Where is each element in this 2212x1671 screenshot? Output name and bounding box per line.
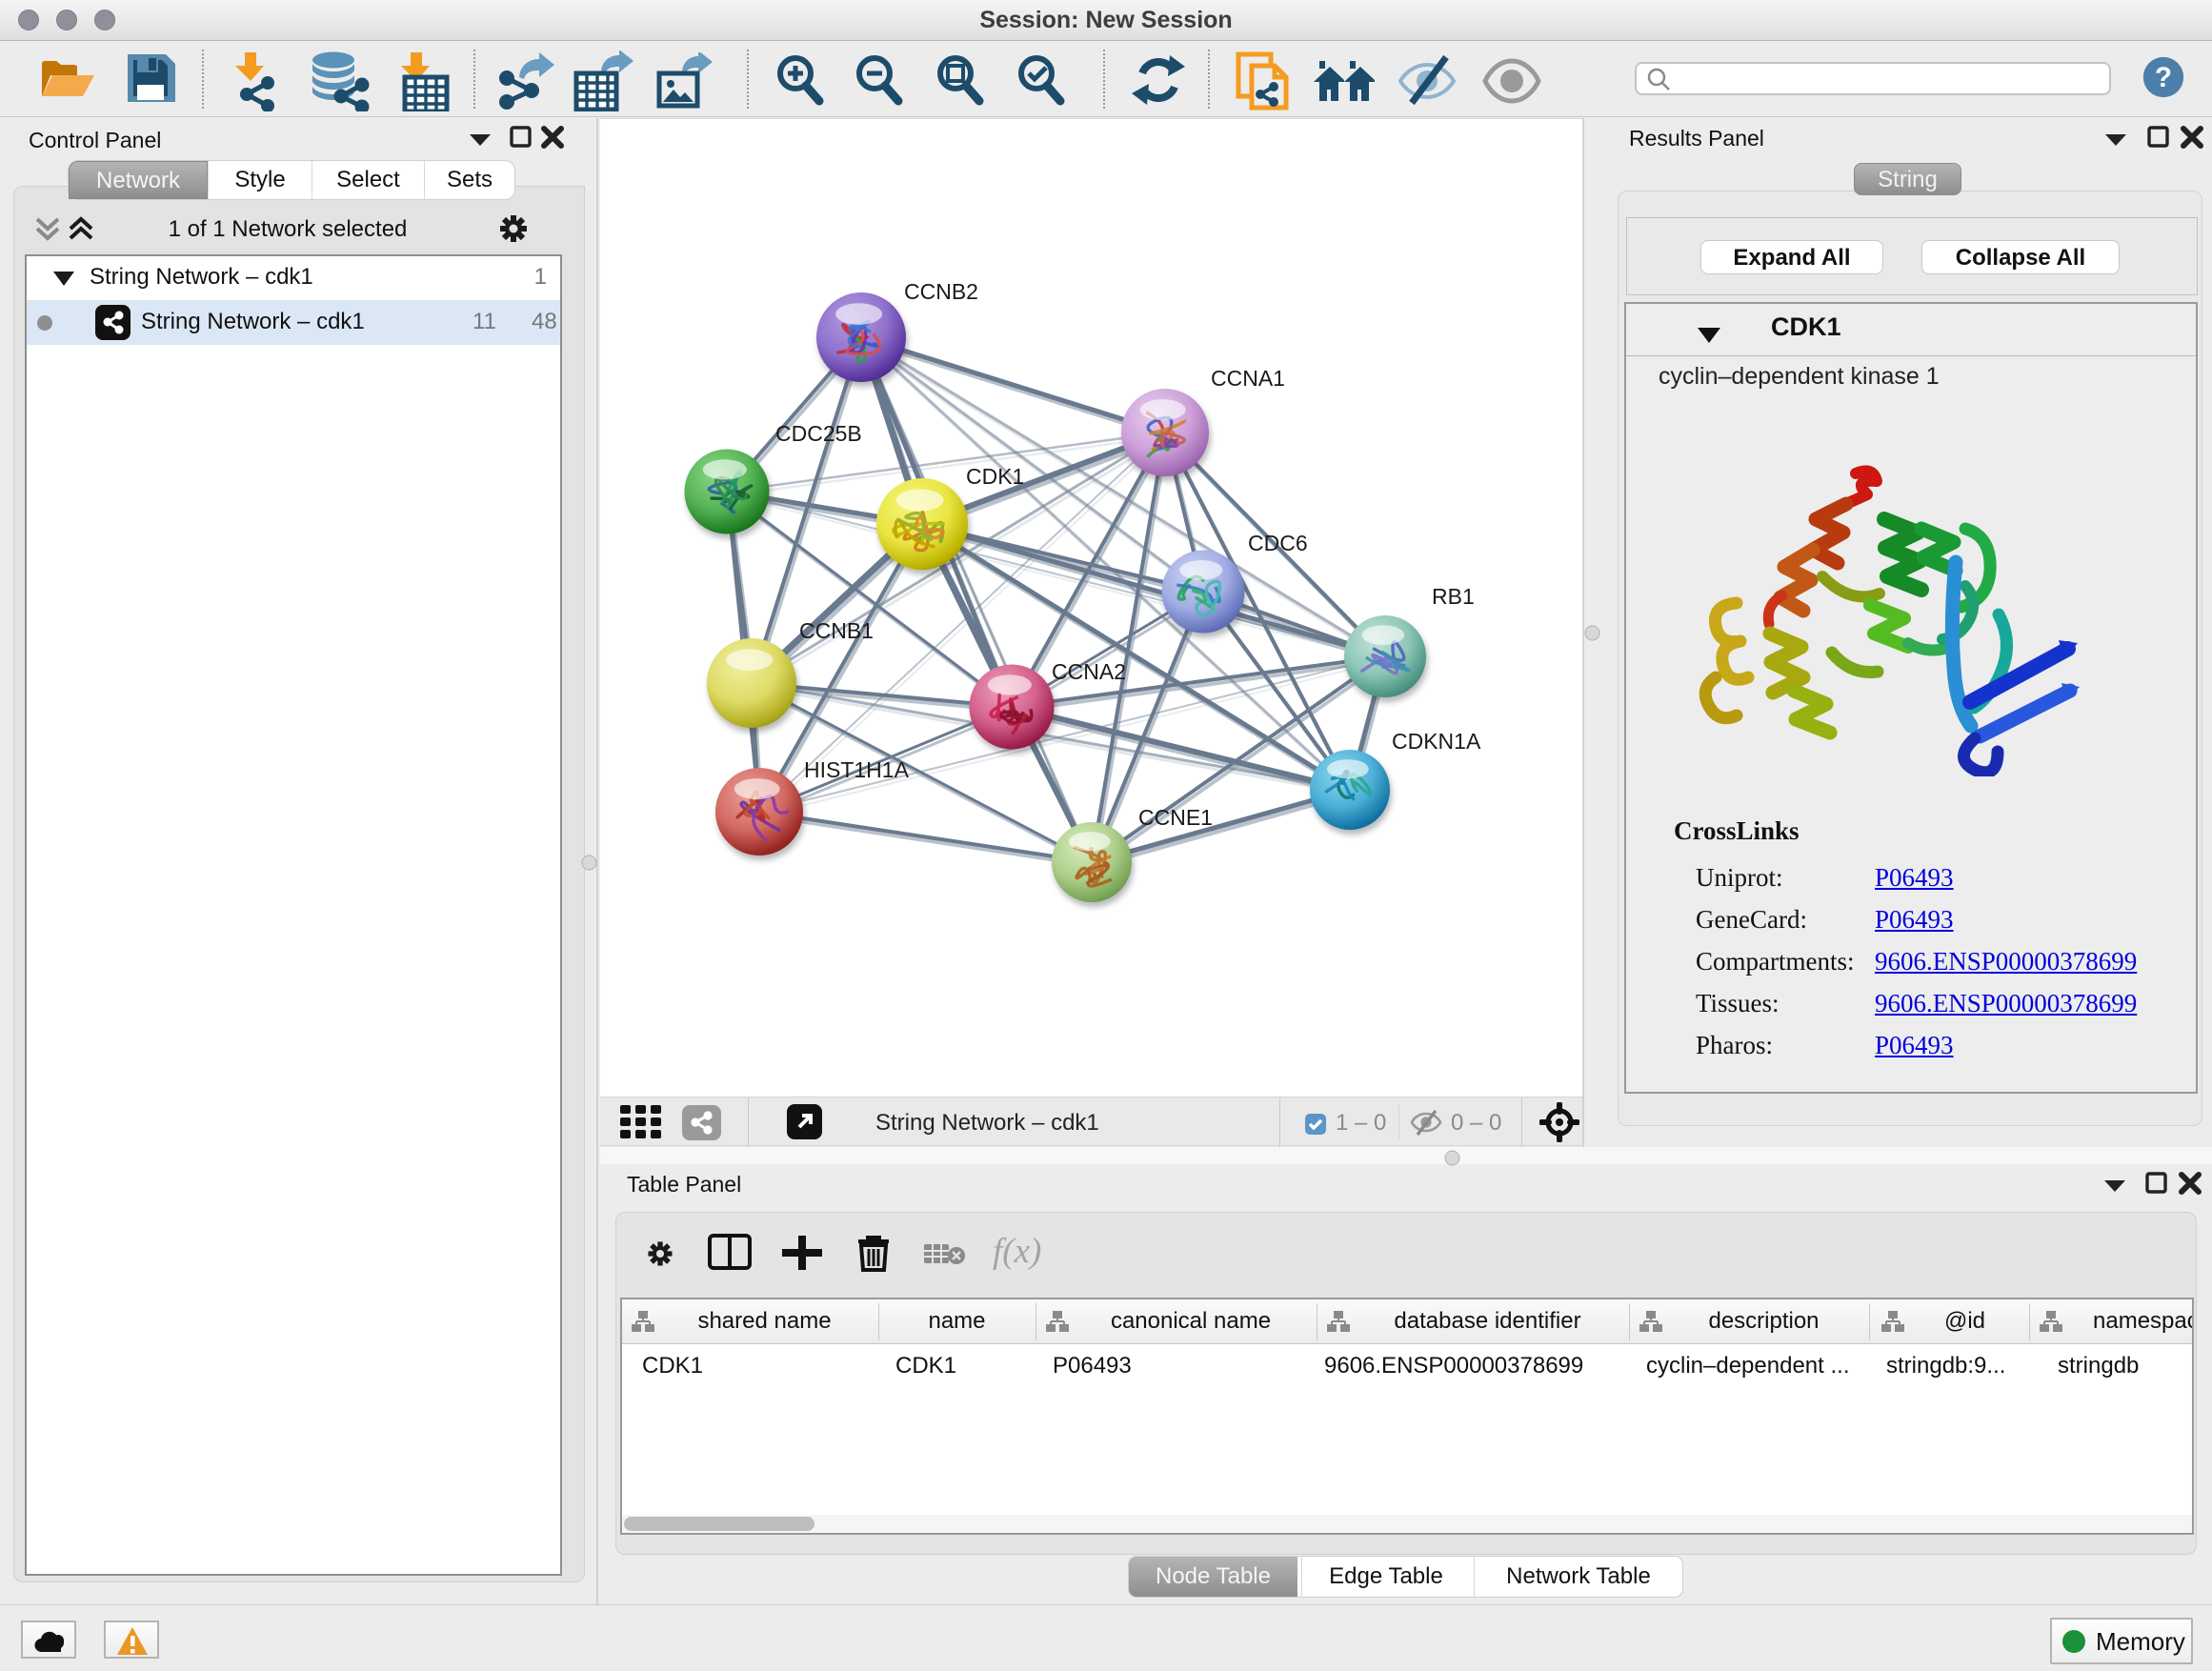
svg-text:RB1: RB1 [1432,584,1475,609]
svg-text:CDK1: CDK1 [966,464,1024,489]
svg-text:CDC25B: CDC25B [775,421,862,446]
svg-text:CCNB1: CCNB1 [799,618,874,643]
svg-text:CCNA1: CCNA1 [1211,366,1285,391]
svg-text:CCNA2: CCNA2 [1052,659,1126,684]
svg-text:?: ? [2155,62,2172,93]
svg-text:CCNB2: CCNB2 [904,279,978,304]
svg-text:HIST1H1A: HIST1H1A [804,757,910,782]
svg-text:CDC6: CDC6 [1248,531,1308,555]
svg-text:CDKN1A: CDKN1A [1392,729,1481,754]
svg-text:CCNE1: CCNE1 [1138,805,1213,830]
